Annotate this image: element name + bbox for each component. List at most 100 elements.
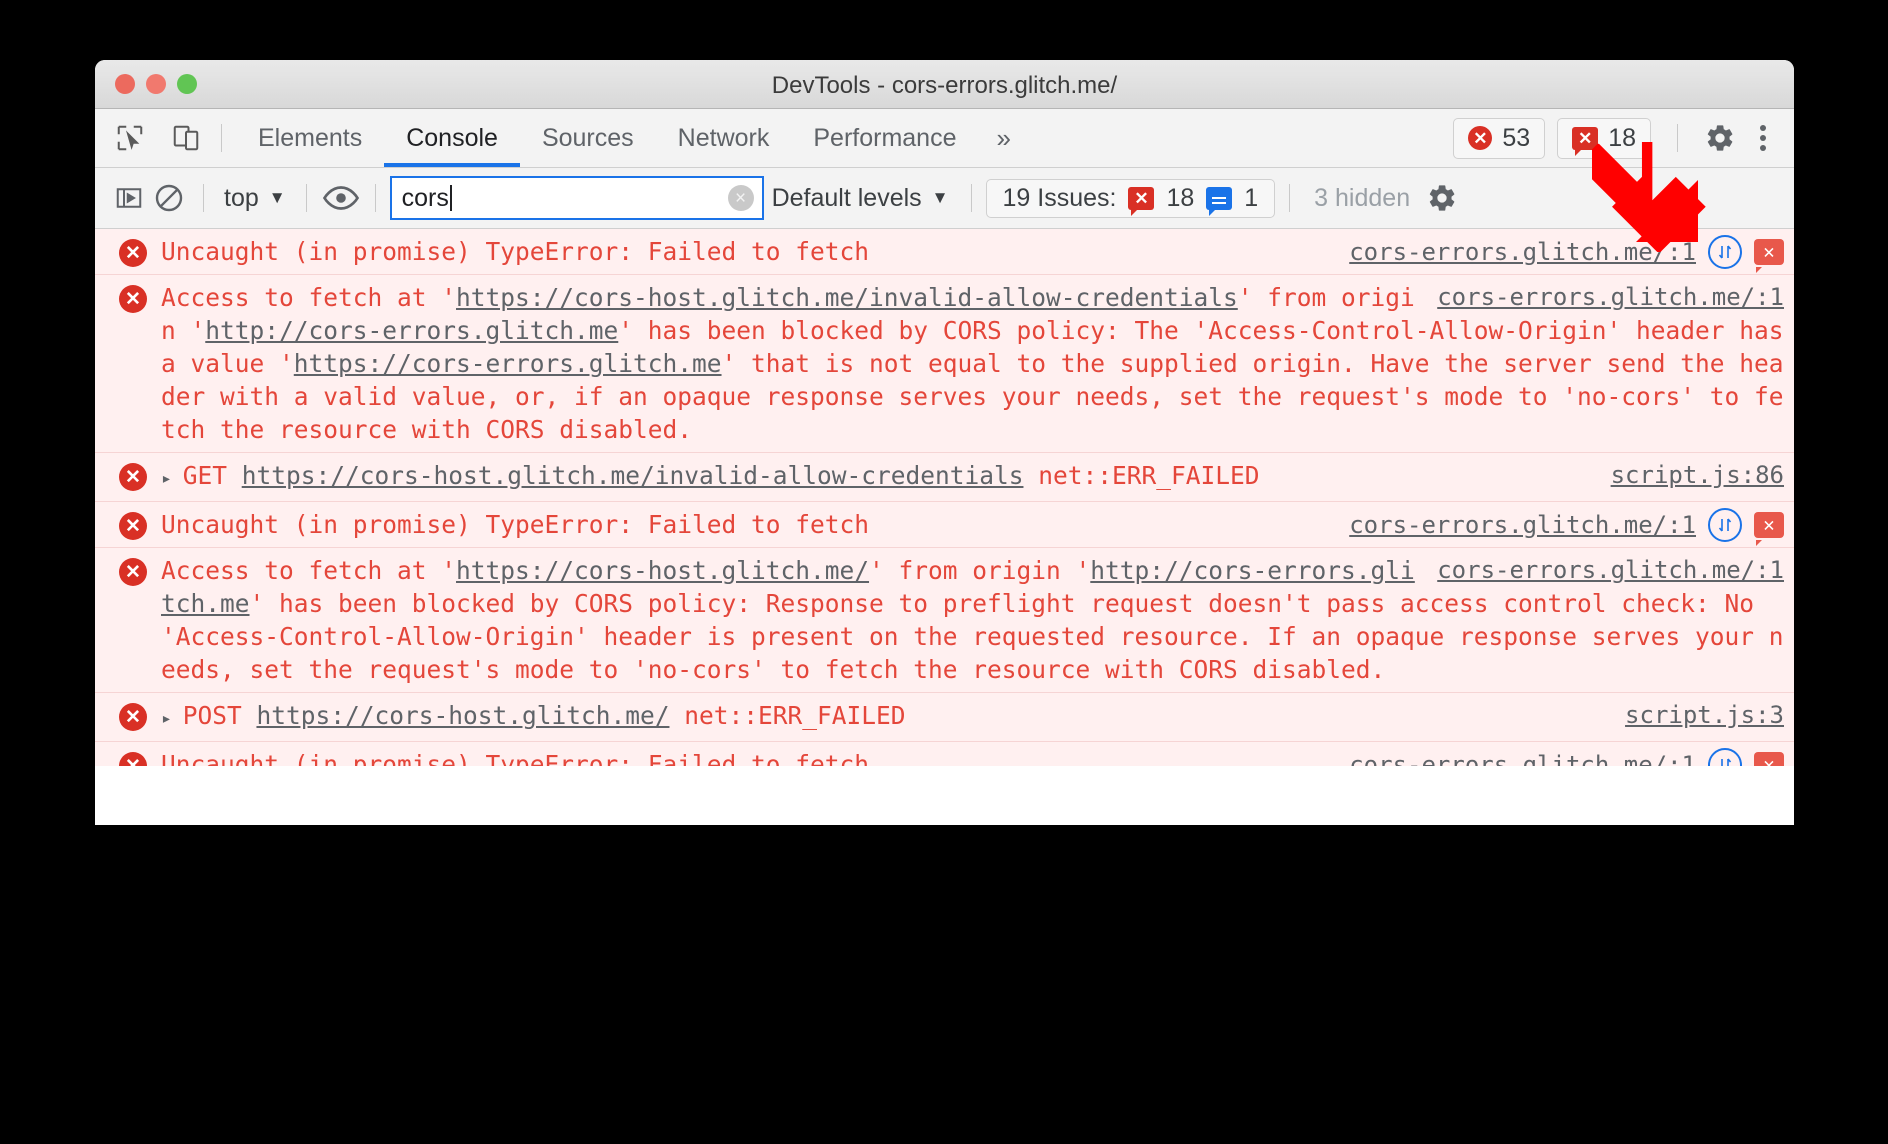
inline-url-link[interactable]: https://cors-host.glitch.me/invalid-allo… [242,461,1024,490]
tab-network-label: Network [677,123,770,152]
message-source-link[interactable]: cors-errors.glitch.me/:1 [1437,281,1784,314]
inline-url-link[interactable]: https://cors-errors.glitch.me [294,349,722,378]
inline-url-link[interactable]: https://cors-host.glitch.me/ [456,556,869,585]
gear-icon[interactable] [1704,122,1736,154]
tab-sources[interactable]: Sources [520,109,656,167]
chevron-down-icon: ▼ [268,188,286,207]
message-text-fragment: GET [182,461,242,490]
chevron-down-icon: ▼ [931,188,949,207]
console-message-list[interactable]: ✕ cors-errors.glitch.me/:1 ✕ Uncaught (in p… [95,229,1794,766]
search-input[interactable]: cors [402,184,449,213]
issue-info-icon [1206,186,1233,216]
message-text-fragment: Uncaught (in promise) TypeError: Failed … [161,510,870,539]
tabstrip-status-area: ✕ 53 ✕ 18 [1453,117,1794,159]
console-sidebar-icon[interactable] [109,178,149,218]
tab-elements[interactable]: Elements [236,109,384,167]
console-filter-toolbar: top ▼ cors × Default levels ▼ 19 Issues:… [95,168,1794,229]
tab-console-label: Console [406,123,498,152]
clear-console-icon[interactable] [149,178,189,218]
clear-filter-icon[interactable]: × [727,185,754,211]
error-icon: ✕ [119,752,147,766]
kebab-menu-icon[interactable] [1748,125,1778,151]
toolbar-divider [221,124,222,152]
text-caret [449,185,452,211]
execution-context-label: top [224,183,259,212]
filterbar-divider-3 [374,184,376,212]
message-source-link[interactable]: cors-errors.glitch.me/:1 [1349,509,1696,542]
error-count-badge[interactable]: ✕ 53 [1453,117,1546,159]
message-text-fragment: Access to fetch at ' [161,556,457,585]
console-message-text: cors-errors.glitch.me/:1 Access to fetch … [161,554,1784,686]
console-filter-input-wrapper[interactable]: cors × [389,176,764,220]
issue-error-icon: ✕ [1128,186,1155,216]
message-source-link[interactable]: script.js:3 [1625,699,1784,732]
issue-badge-icon[interactable]: ✕ [1754,512,1784,538]
message-source-link[interactable]: script.js:86 [1611,459,1784,492]
message-source-link[interactable]: cors-errors.glitch.me/:1 [1437,554,1784,587]
panel-tabs: Elements Console Sources Network Perform… [236,109,1029,167]
message-text-fragment: net::ERR_FAILED [1023,461,1260,490]
window-titlebar: DevTools - cors-errors.glitch.me/ [95,60,1794,109]
expand-triangle-icon[interactable]: ▸ [161,708,183,729]
inline-url-link[interactable]: http://cors-errors.glitch.me [205,316,618,345]
execution-context-selector[interactable]: top ▼ [218,184,292,213]
devtools-tabstrip: Elements Console Sources Network Perform… [95,109,1794,168]
issues-error-count: 18 [1166,183,1195,212]
message-text-fragment: Uncaught (in promise) TypeError: Failed … [161,750,870,766]
console-message-text: cors-errors.glitch.me/:1 ✕ Uncaught (in pr… [161,508,1784,542]
console-message[interactable]: ✕ cors-errors.glitch.me/:1 Access to fetch… [95,275,1794,453]
console-message-text: script.js:86 ▸ GET https://cors-host.glit… [161,459,1784,495]
screen: DevTools - cors-errors.glitch.me/ Elemen… [0,0,1888,1144]
error-count-label: 53 [1502,123,1531,152]
message-source-link[interactable]: cors-errors.glitch.me/:1 [1349,236,1696,269]
tab-network[interactable]: Network [656,109,792,167]
device-toolbar-icon[interactable] [165,117,207,159]
issue-badge-icon[interactable]: ✕ [1754,752,1784,766]
error-icon: ✕ [119,703,147,731]
console-message-text: cors-errors.glitch.me/:1 Access to fetch … [161,281,1784,446]
expand-triangle-icon[interactable]: ▸ [161,468,183,489]
log-levels-selector[interactable]: Default levels ▼ [764,184,957,213]
inline-url-link[interactable]: https://cors-host.glitch.me/invalid-allo… [456,283,1238,312]
message-text-fragment: POST [182,701,257,730]
network-request-icon[interactable] [1708,508,1742,542]
filterbar-divider-2 [305,184,307,212]
gear-icon[interactable] [1426,182,1458,214]
message-anchor-group: cors-errors.glitch.me/:1 ✕ [1349,235,1784,269]
live-expression-icon[interactable] [321,178,361,218]
error-icon: ✕ [119,463,147,491]
issue-count-badge[interactable]: ✕ 18 [1557,117,1651,159]
network-request-icon[interactable] [1708,235,1742,269]
window-title: DevTools - cors-errors.glitch.me/ [771,72,1118,99]
more-tabs-icon[interactable]: » [978,123,1028,154]
console-message[interactable]: ✕ cors-errors.glitch.me/:1 ✕ Uncaught (in p… [95,742,1794,766]
issues-info-count: 1 [1244,183,1259,212]
tab-console[interactable]: Console [384,109,520,167]
console-message[interactable]: ✕ cors-errors.glitch.me/:1 ✕ Uncaught (in p… [95,229,1794,275]
console-message[interactable]: ✕ script.js:86 ▸ GET https://cors-host.gli… [95,453,1794,502]
issues-summary-button[interactable]: 19 Issues: ✕ 18 1 [985,178,1276,218]
issue-badge-icon[interactable]: ✕ [1754,239,1784,265]
message-text-fragment: ' has been blocked by CORS policy: Respo… [161,589,1784,684]
tab-performance-label: Performance [813,123,957,152]
log-levels-label: Default levels [771,183,922,212]
error-icon: ✕ [119,512,147,540]
message-text-fragment: net::ERR_FAILED [669,701,906,730]
inspect-cursor-icon[interactable] [109,117,151,159]
message-source-link[interactable]: cors-errors.glitch.me/:1 [1349,749,1696,767]
console-message[interactable]: ✕ cors-errors.glitch.me/:1 Access to fetch… [95,548,1794,693]
filterbar-divider-4 [970,184,972,212]
error-icon: ✕ [119,239,147,267]
console-message[interactable]: ✕ script.js:3 ▸ POST https://cors-host.gli… [95,693,1794,742]
console-message[interactable]: ✕ cors-errors.glitch.me/:1 ✕ Uncaught (in p… [95,502,1794,548]
message-text-fragment: Access to fetch at ' [161,283,457,312]
filterbar-divider-5 [1289,184,1291,212]
inline-url-link[interactable]: https://cors-host.glitch.me/ [256,701,669,730]
tab-performance[interactable]: Performance [791,109,978,167]
message-anchor-group: cors-errors.glitch.me/:1 ✕ [1349,508,1784,542]
devtools-window: DevTools - cors-errors.glitch.me/ Elemen… [95,60,1794,825]
tab-sources-label: Sources [541,123,634,152]
network-request-icon[interactable] [1708,748,1742,766]
error-icon: ✕ [119,285,147,313]
message-text-fragment: ' from origin ' [869,556,1091,585]
